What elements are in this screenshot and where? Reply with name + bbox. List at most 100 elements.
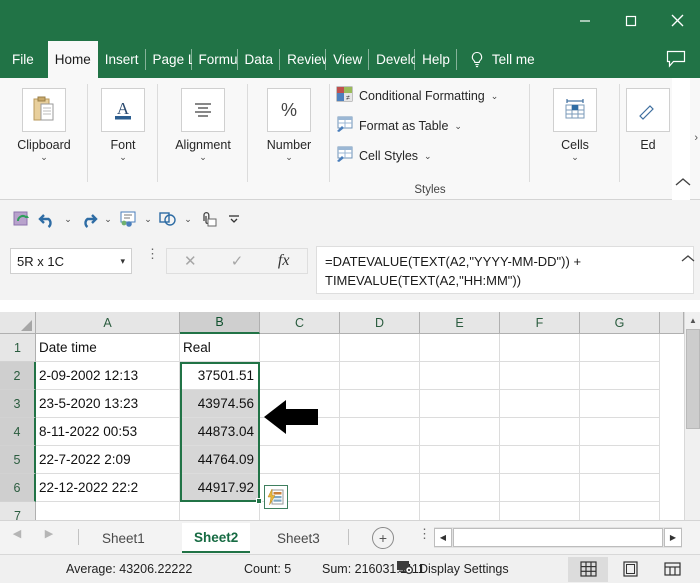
cell-b6[interactable]: 44917.92 [180, 474, 260, 502]
column-header-h-partial[interactable] [660, 312, 684, 334]
ribbon-overflow-chevron[interactable]: › [694, 132, 698, 144]
cell-f5[interactable] [500, 446, 580, 474]
status-count[interactable]: Count: 5 [244, 562, 291, 576]
cells-icon[interactable] [553, 88, 597, 132]
maximize-button[interactable] [608, 0, 654, 41]
chevron-down-icon[interactable]: ⌄ [285, 153, 293, 162]
chevron-down-icon[interactable]: ⌄ [424, 151, 432, 162]
cell-g3[interactable] [580, 390, 660, 418]
horizontal-scrollbar[interactable]: ◀ ▶ [434, 527, 682, 548]
customize-qat-icon[interactable] [222, 207, 246, 231]
present-online-icon[interactable] [116, 207, 140, 231]
collapse-ribbon-button[interactable] [674, 175, 692, 193]
page-layout-view-button[interactable] [610, 557, 650, 582]
add-sheet-button[interactable]: + [372, 527, 394, 549]
quick-analysis-icon[interactable] [264, 485, 288, 509]
cell-a2[interactable]: 2-09-2002 12:13 [36, 362, 180, 390]
cell-c1[interactable] [260, 334, 340, 362]
next-sheet-icon[interactable]: ▶ [40, 527, 58, 540]
clipboard-icon[interactable] [22, 88, 66, 132]
cell-f1[interactable] [500, 334, 580, 362]
hscroll-left-icon[interactable]: ◀ [434, 528, 452, 547]
row-header-5[interactable]: 5 [0, 446, 36, 474]
cell-g2[interactable] [580, 362, 660, 390]
row-header-6[interactable]: 6 [0, 474, 36, 502]
cell-e1[interactable] [420, 334, 500, 362]
vertical-scrollbar[interactable]: ▲ [684, 312, 700, 520]
row-header-1[interactable]: 1 [0, 334, 36, 362]
column-header-f[interactable]: F [500, 312, 580, 334]
expand-formula-bar-button[interactable] [681, 250, 695, 268]
cell-e6[interactable] [420, 474, 500, 502]
cell-g4[interactable] [580, 418, 660, 446]
sheet-tab-sheet2[interactable]: Sheet2 [182, 523, 251, 553]
cell-d6[interactable] [340, 474, 420, 502]
font-a-icon[interactable]: A [101, 88, 145, 132]
minimize-button[interactable] [562, 0, 608, 41]
cell-d4[interactable] [340, 418, 420, 446]
insert-function-button[interactable]: fx [260, 252, 307, 270]
hscroll-right-icon[interactable]: ▶ [664, 528, 682, 547]
conditional-formatting-item[interactable]: ≠ Conditional Formatting ⌄ [336, 84, 530, 108]
tab-home[interactable]: Home [47, 41, 98, 78]
tab-review[interactable]: Review [280, 41, 327, 78]
present-chevron-down-icon[interactable]: ⌄ [142, 214, 154, 225]
normal-view-button[interactable] [568, 556, 608, 582]
prev-sheet-icon[interactable]: ◀ [8, 527, 26, 540]
cell-f4[interactable] [500, 418, 580, 446]
cell-b3[interactable]: 43974.56 [180, 390, 260, 418]
scroll-up-icon[interactable]: ▲ [685, 312, 700, 328]
name-box[interactable]: 5R x 1C ▾ [10, 248, 132, 274]
chevron-down-icon[interactable]: ⌄ [119, 153, 127, 162]
row-header-4[interactable]: 4 [0, 418, 36, 446]
cell-c5[interactable] [260, 446, 340, 474]
attach-icon[interactable] [196, 207, 220, 231]
column-header-a[interactable]: A [36, 312, 180, 334]
redo-chevron-down-icon[interactable]: ⌄ [102, 214, 114, 225]
undo-icon[interactable] [36, 207, 60, 231]
cell-styles-item[interactable]: Cell Styles ⌄ [336, 144, 530, 168]
ribbon-group-editing[interactable]: Ed [620, 78, 676, 200]
chevron-down-icon[interactable]: ▾ [120, 256, 125, 267]
ribbon-group-font[interactable]: A Font ⌄ [88, 78, 158, 200]
tab-file[interactable]: File [0, 41, 48, 78]
cell-g5[interactable] [580, 446, 660, 474]
cell-d2[interactable] [340, 362, 420, 390]
alignment-icon[interactable] [181, 88, 225, 132]
comment-icon[interactable] [666, 50, 686, 73]
display-settings-button[interactable]: Display Settings [396, 559, 509, 580]
redo-icon[interactable] [76, 207, 100, 231]
cell-e3[interactable] [420, 390, 500, 418]
cell-e2[interactable] [420, 362, 500, 390]
tab-help[interactable]: Help [415, 41, 457, 78]
ribbon-group-clipboard[interactable]: Clipboard ⌄ [0, 78, 88, 200]
ribbon-group-alignment[interactable]: Alignment ⌄ [158, 78, 248, 200]
tab-page-layout[interactable]: Page L [146, 41, 192, 78]
cell-d1[interactable] [340, 334, 420, 362]
ribbon-group-number[interactable]: % Number ⌄ [248, 78, 330, 200]
fill-handle[interactable] [256, 498, 262, 504]
cell-a3[interactable]: 23-5-2020 13:23 [36, 390, 180, 418]
cell-g6[interactable] [580, 474, 660, 502]
row-header-2[interactable]: 2 [0, 362, 36, 390]
cell-b1[interactable]: Real [180, 334, 260, 362]
editing-icon[interactable] [626, 88, 670, 132]
chevron-down-icon[interactable]: ⌄ [571, 153, 579, 162]
autosave-refresh-icon[interactable] [10, 207, 34, 231]
cancel-x-icon[interactable]: ✕ [167, 252, 214, 270]
column-header-c[interactable]: C [260, 312, 340, 334]
undo-chevron-down-icon[interactable]: ⌄ [62, 214, 74, 225]
cell-e5[interactable] [420, 446, 500, 474]
column-header-g[interactable]: G [580, 312, 660, 334]
row-header-3[interactable]: 3 [0, 390, 36, 418]
chevron-down-icon[interactable]: ⌄ [199, 153, 207, 162]
tab-data[interactable]: Data [238, 41, 281, 78]
vertical-scroll-thumb[interactable] [686, 329, 700, 429]
cell-b2[interactable]: 37501.51 [180, 362, 260, 390]
sheet-tab-sheet1[interactable]: Sheet1 [90, 523, 157, 553]
format-as-table-item[interactable]: Format as Table ⌄ [336, 114, 530, 138]
shapes-chevron-down-icon[interactable]: ⌄ [182, 214, 194, 225]
close-button[interactable] [654, 0, 700, 41]
cell-a6[interactable]: 22-12-2022 22:2 [36, 474, 180, 502]
tell-me-box[interactable]: Tell me [457, 41, 535, 78]
